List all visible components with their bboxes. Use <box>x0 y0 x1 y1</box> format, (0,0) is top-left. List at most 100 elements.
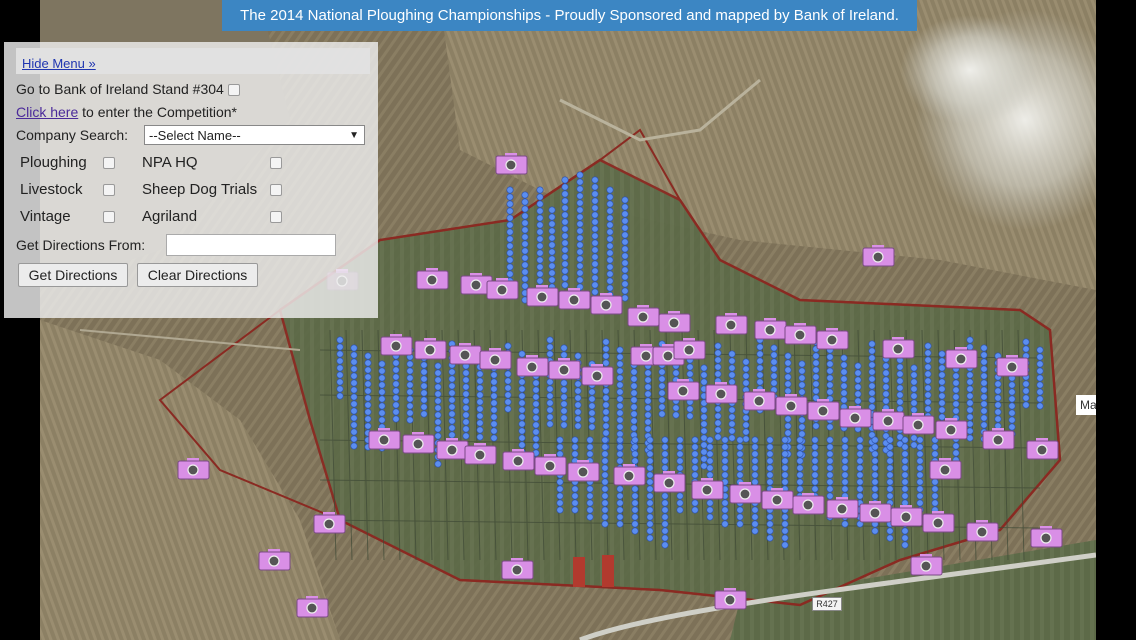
map-pin[interactable] <box>364 380 372 388</box>
company-search-select[interactable]: --Select Name-- ▼ <box>144 125 365 145</box>
map-pin[interactable] <box>796 457 804 465</box>
map-pin[interactable] <box>601 471 609 479</box>
map-pin[interactable] <box>631 443 639 451</box>
map-pin[interactable] <box>556 499 564 507</box>
map-pin[interactable] <box>556 450 564 458</box>
map-pin[interactable] <box>871 436 879 444</box>
map-pin[interactable] <box>901 485 909 493</box>
map-pin[interactable] <box>462 425 470 433</box>
map-pin[interactable] <box>350 358 358 366</box>
map-pin[interactable] <box>476 412 484 420</box>
camera-icon[interactable] <box>872 409 905 431</box>
map-pin[interactable] <box>766 520 774 528</box>
camera-icon[interactable] <box>402 432 435 454</box>
map-pin[interactable] <box>571 492 579 500</box>
map-pin[interactable] <box>602 401 610 409</box>
map-pin[interactable] <box>980 393 988 401</box>
camera-icon[interactable] <box>761 488 794 510</box>
map-pin[interactable] <box>952 449 960 457</box>
map-pin[interactable] <box>616 353 624 361</box>
map-pin[interactable] <box>350 421 358 429</box>
map-pin[interactable] <box>462 397 470 405</box>
map-pin[interactable] <box>586 443 594 451</box>
map-pin[interactable] <box>631 499 639 507</box>
map-pin[interactable] <box>364 415 372 423</box>
map-pin[interactable] <box>854 397 862 405</box>
map-pin[interactable] <box>574 387 582 395</box>
map-pin[interactable] <box>631 527 639 535</box>
map-pin[interactable] <box>896 384 904 392</box>
map-pin[interactable] <box>536 256 544 264</box>
map-pin[interactable] <box>886 457 894 465</box>
map-pin[interactable] <box>518 413 526 421</box>
map-pin[interactable] <box>646 485 654 493</box>
map-pin[interactable] <box>506 214 514 222</box>
map-pin[interactable] <box>868 375 876 383</box>
map-pin[interactable] <box>536 249 544 257</box>
map-pin[interactable] <box>556 478 564 486</box>
map-pin[interactable] <box>588 388 596 396</box>
map-pin[interactable] <box>676 457 684 465</box>
map-pin[interactable] <box>742 358 750 366</box>
map-pin[interactable] <box>811 478 819 486</box>
map-pin[interactable] <box>952 372 960 380</box>
map-pin[interactable] <box>434 418 442 426</box>
map-pin[interactable] <box>826 360 834 368</box>
map-pin[interactable] <box>621 224 629 232</box>
map-pin[interactable] <box>532 386 540 394</box>
map-pin[interactable] <box>980 414 988 422</box>
map-pin[interactable] <box>1022 345 1030 353</box>
map-pin[interactable] <box>350 407 358 415</box>
map-pin[interactable] <box>901 464 909 472</box>
map-pin[interactable] <box>490 406 498 414</box>
map-pin[interactable] <box>868 361 876 369</box>
map-pin[interactable] <box>886 534 894 542</box>
map-pin[interactable] <box>621 273 629 281</box>
map-pin[interactable] <box>966 392 974 400</box>
map-pin[interactable] <box>364 352 372 360</box>
map-pin[interactable] <box>728 371 736 379</box>
map-pin[interactable] <box>700 413 708 421</box>
map-pin[interactable] <box>630 396 638 404</box>
map-pin[interactable] <box>784 380 792 388</box>
map-pin[interactable] <box>931 492 939 500</box>
map-pin[interactable] <box>546 413 554 421</box>
map-pin[interactable] <box>476 384 484 392</box>
map-pin[interactable] <box>621 259 629 267</box>
map-pin[interactable] <box>931 443 939 451</box>
map-pin[interactable] <box>336 357 344 365</box>
camera-icon[interactable] <box>792 493 825 515</box>
map-pin[interactable] <box>621 280 629 288</box>
map-pin[interactable] <box>700 434 708 442</box>
map-pin[interactable] <box>826 485 834 493</box>
map-pin[interactable] <box>350 400 358 408</box>
map-pin[interactable] <box>631 450 639 458</box>
map-pin[interactable] <box>630 375 638 383</box>
map-pin[interactable] <box>661 457 669 465</box>
map-pin[interactable] <box>980 344 988 352</box>
map-pin[interactable] <box>588 409 596 417</box>
map-pin[interactable] <box>521 254 529 262</box>
map-pin[interactable] <box>721 513 729 521</box>
map-pin[interactable] <box>644 390 652 398</box>
map-pin[interactable] <box>811 436 819 444</box>
map-pin[interactable] <box>521 247 529 255</box>
category-vintage-checkbox[interactable] <box>103 211 115 223</box>
map-pin[interactable] <box>871 492 879 500</box>
map-pin[interactable] <box>462 376 470 384</box>
map-pin[interactable] <box>658 389 666 397</box>
map-pin[interactable] <box>476 377 484 385</box>
map-pin[interactable] <box>798 416 806 424</box>
map-pin[interactable] <box>980 372 988 380</box>
map-pin[interactable] <box>644 383 652 391</box>
map-pin[interactable] <box>490 371 498 379</box>
map-pin[interactable] <box>406 388 414 396</box>
map-pin[interactable] <box>766 450 774 458</box>
map-pin[interactable] <box>756 343 764 351</box>
map-pin[interactable] <box>856 485 864 493</box>
map-pin[interactable] <box>546 385 554 393</box>
map-pin[interactable] <box>561 225 569 233</box>
map-pin[interactable] <box>840 354 848 362</box>
map-pin[interactable] <box>952 393 960 401</box>
map-pin[interactable] <box>896 398 904 406</box>
